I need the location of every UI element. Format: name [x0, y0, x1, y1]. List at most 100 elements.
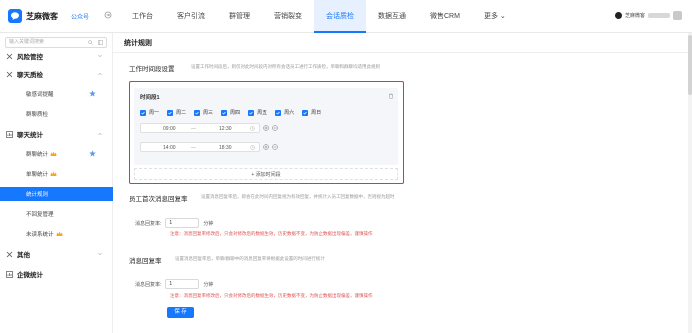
- save-button[interactable]: 保 存: [167, 307, 194, 318]
- nav-crm[interactable]: 微售CRM: [418, 0, 472, 33]
- staff-reply-row: 消息回复率: 1 分钟: [135, 218, 213, 228]
- scrollbar[interactable]: [688, 33, 692, 333]
- staff-reply-note: 注意：消息回复率修改后，只会对修改后的数据生效，历史数据不变，为防止数据出现偏差…: [170, 231, 373, 236]
- remove-circle-icon[interactable]: [272, 144, 278, 150]
- chat-logo-icon: [11, 12, 19, 20]
- time-separator: —: [191, 126, 196, 132]
- day-label: 周三: [203, 110, 214, 116]
- sidebar-group-label: 企微统计: [17, 272, 43, 279]
- top-nav: 工作台 客户引流 群管理 营销裂变 会话质检 数据互通 微售CRM 更多 ⌄: [120, 0, 518, 33]
- day-label: 周四: [230, 110, 241, 116]
- checkbox-sun[interactable]: 周日: [302, 109, 321, 116]
- sidebar-group-risk[interactable]: 风险管控: [0, 49, 113, 63]
- crown-icon: [50, 151, 57, 156]
- checkbox-fri[interactable]: 周五: [248, 109, 267, 116]
- checkbox-thu[interactable]: 周四: [221, 109, 240, 116]
- checkbox-checked-icon: [140, 109, 146, 116]
- chevron-up-icon: [98, 72, 102, 76]
- sidebar-group-label: 风险管控: [17, 54, 43, 61]
- day-label: 周五: [257, 110, 268, 116]
- sidebar-item-label: 统计规则: [26, 192, 49, 198]
- sidebar-item-label: 单聊统计: [26, 172, 49, 178]
- star-icon[interactable]: [89, 90, 96, 97]
- search-placeholder: 输入关键词搜索: [9, 39, 45, 45]
- msg-reply-row: 消息回复率: 1 分钟: [135, 279, 213, 289]
- checkbox-mon[interactable]: 周一: [140, 109, 159, 116]
- day-label: 周六: [284, 110, 295, 116]
- user-area[interactable]: 芝麻微客: [614, 11, 682, 20]
- avatar[interactable]: [673, 11, 682, 20]
- checkbox-wed[interactable]: 周三: [194, 109, 213, 116]
- time-range-row: 14:00 — 18:30: [140, 142, 278, 152]
- staff-reply-unit: 分钟: [203, 220, 214, 227]
- add-circle-icon[interactable]: [263, 125, 269, 131]
- work-time-highlight: 时间段1 周一 周二 周三 周四 周五 周六 周日 09:00 — 12:30: [129, 81, 404, 184]
- checkbox-tue[interactable]: 周二: [167, 109, 186, 116]
- time-range-picker[interactable]: 14:00 — 18:30: [140, 142, 260, 152]
- checkbox-sat[interactable]: 周六: [275, 109, 294, 116]
- sidebar-item-no-reply[interactable]: 不回复管理: [0, 207, 113, 221]
- msg-reply-input[interactable]: 1: [165, 279, 200, 289]
- sidebar-item-single-stats[interactable]: 单聊统计: [0, 167, 113, 181]
- time-end: 12:30: [219, 126, 232, 132]
- sidebar-group-other[interactable]: 其他: [0, 247, 113, 261]
- time-range-row: 09:00 — 12:30: [140, 123, 278, 133]
- checkbox-checked-icon: [167, 109, 174, 116]
- nav-chat-inspection[interactable]: 会话质检: [314, 0, 366, 33]
- sidebar-item-group-stats[interactable]: 群聊统计: [0, 147, 113, 161]
- sidebar-search-input[interactable]: 输入关键词搜索: [5, 37, 107, 48]
- x-icon: [6, 53, 13, 59]
- sidebar-item-label: 未读系统计: [26, 232, 54, 238]
- sidebar-group-label: 聊天质检: [17, 72, 43, 79]
- clock-icon: [250, 145, 255, 150]
- menu-toggle-icon[interactable]: [98, 40, 103, 45]
- sidebar-item-label: 群聊质检: [26, 112, 49, 118]
- staff-reply-input[interactable]: 1: [165, 218, 200, 228]
- day-label: 周一: [149, 110, 160, 116]
- sidebar-item-label: 不回复管理: [26, 212, 54, 218]
- add-circle-icon[interactable]: [263, 144, 269, 150]
- msg-reply-title: 消息回复率: [129, 258, 162, 265]
- sidebar-group-chat-inspection[interactable]: 聊天质检: [0, 67, 113, 81]
- msg-reply-unit: 分钟: [203, 281, 214, 288]
- app-logo: [8, 9, 22, 23]
- checkbox-checked-icon: [302, 109, 309, 116]
- trash-icon[interactable]: [388, 93, 394, 99]
- sidebar-group-wecom-stats[interactable]: 企微统计: [0, 267, 113, 281]
- status-icon: [614, 12, 622, 19]
- chevron-down-icon: [98, 54, 102, 58]
- chart-icon: [6, 270, 13, 278]
- time-slot-title: 时间段1: [140, 95, 160, 101]
- time-range-picker[interactable]: 09:00 — 12:30: [140, 123, 260, 133]
- sidebar-item-label: 敏感词提醒: [26, 92, 54, 98]
- sidebar-group-chat-stats[interactable]: 聊天统计: [0, 127, 113, 141]
- star-icon[interactable]: [89, 150, 96, 157]
- work-time-title: 工作时间段设置: [129, 66, 175, 73]
- nav-customer-acquisition[interactable]: 客户引流: [165, 0, 217, 33]
- sidebar-item-stat-rules[interactable]: 统计规则: [0, 187, 113, 201]
- staff-reply-title: 员工首次消息回复率: [129, 196, 188, 203]
- nav-data-sync[interactable]: 数据互通: [366, 0, 418, 33]
- sidebar-item-group-inspection[interactable]: 群聊质检: [0, 107, 113, 121]
- clock-icon: [250, 126, 255, 131]
- public-account-link[interactable]: 公众号: [71, 12, 89, 21]
- sidebar-item-unread-stats[interactable]: 未读系统计: [0, 227, 113, 241]
- staff-reply-desc: 设置消息回复率后，即会在此时间内回复视为有效回复，并统计入员工回复数据中，否则视…: [201, 194, 395, 199]
- remove-circle-icon[interactable]: [272, 125, 278, 131]
- day-label: 周二: [176, 110, 187, 116]
- nav-workbench[interactable]: 工作台: [120, 0, 165, 33]
- divider: [113, 52, 692, 53]
- add-time-slot-button[interactable]: + 添加时间段: [134, 168, 398, 180]
- nav-more[interactable]: 更多 ⌄: [472, 0, 518, 33]
- sidebar: 输入关键词搜索 风险管控 聊天质检 敏感词提醒 群聊质检 聊天统计 群聊统计 单…: [0, 33, 113, 333]
- checkbox-checked-icon: [275, 109, 282, 116]
- scrollbar-thumb[interactable]: [688, 35, 692, 95]
- search-icon[interactable]: [88, 40, 93, 45]
- chevron-down-icon: [98, 252, 102, 256]
- sidebar-item-sensitive-words[interactable]: 敏感词提醒: [0, 87, 113, 101]
- switch-icon[interactable]: [104, 11, 112, 19]
- nav-group-management[interactable]: 群管理: [217, 0, 262, 33]
- nav-marketing[interactable]: 营销裂变: [262, 0, 314, 33]
- time-separator: —: [191, 145, 196, 151]
- work-time-desc: 设置工作时间段后，则仅对此时间段内对所有会话员工进行工作质检，单聊和群聊均适用此…: [191, 64, 380, 69]
